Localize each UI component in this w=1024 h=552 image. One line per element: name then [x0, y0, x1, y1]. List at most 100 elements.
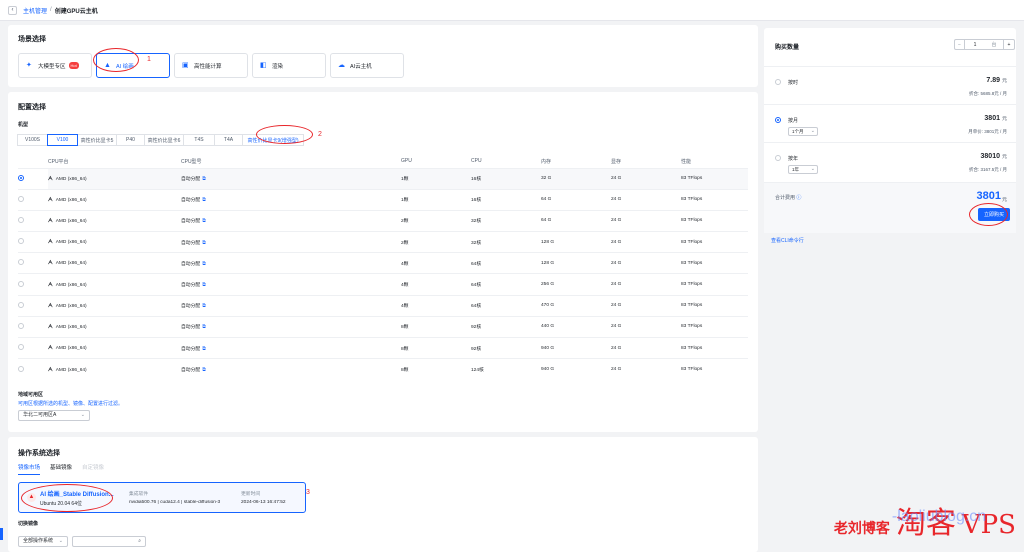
table-row[interactable]: ᗅ AMD (x86_64) 自动分配 ⧉ 4颗 64核 128 G 24 G 83 TFlop…	[18, 252, 748, 274]
os-tab-market[interactable]: 镜像市场	[18, 463, 41, 475]
total-unit: 元	[1001, 197, 1007, 203]
vram-cell: 24 G	[611, 188, 681, 211]
external-link-icon[interactable]: ⧉	[202, 240, 206, 246]
row-radio[interactable]	[18, 280, 24, 287]
external-link-icon[interactable]: ⧉	[202, 218, 206, 224]
external-link-icon[interactable]: ⧉	[202, 303, 206, 309]
row-radio[interactable]	[18, 238, 24, 245]
cpu-cell: 32核	[471, 209, 541, 232]
model-tab[interactable]: P40	[116, 134, 145, 146]
model-tab[interactable]: 高性价比显卡6	[144, 134, 184, 146]
scene-item-llm[interactable]: ✦ 大模型专区 Hot	[18, 53, 92, 78]
watermark-blog: -laoliublog.cn	[891, 508, 987, 525]
external-link-icon[interactable]: ⧉	[202, 346, 206, 352]
model-tab[interactable]: V100	[47, 134, 78, 146]
minus-icon[interactable]: −	[955, 40, 965, 49]
annotation-ellipse-buy	[969, 203, 1008, 226]
region-select[interactable]: 华北二可用区A ⌄	[18, 410, 90, 421]
region-select-value: 华北二可用区A	[23, 412, 57, 418]
external-link-icon[interactable]: ⧉	[202, 282, 206, 288]
billing-option-hourly[interactable]: 按时 7.89 元 折合: 5685.8元 / 月	[764, 66, 1016, 104]
annotation-ellipse-1	[93, 48, 139, 72]
external-link-icon[interactable]: ⧉	[202, 367, 206, 373]
switch-image-label: 切换镜像	[18, 521, 39, 527]
plus-icon[interactable]: +	[1003, 40, 1014, 49]
year-select[interactable]: 1年 ⌄	[788, 165, 818, 174]
table-row[interactable]: ᗅ AMD (x86_64) 自动分配 ⧉ 4颗 64核 256 G 24 G 83 TFlop…	[18, 273, 748, 296]
row-select[interactable]	[18, 273, 48, 296]
os-search-input[interactable]: ⌕	[72, 536, 146, 547]
row-radio[interactable]	[18, 174, 24, 181]
row-radio[interactable]	[18, 344, 24, 351]
scene-item-hpc[interactable]: ▣ 高性能计算	[174, 53, 248, 78]
row-select[interactable]	[18, 252, 48, 274]
row-radio[interactable]	[18, 216, 24, 223]
radio-yearly[interactable]	[775, 155, 781, 161]
row-select[interactable]	[18, 315, 48, 338]
memory-cell: 64 G	[541, 188, 611, 211]
row-select[interactable]	[18, 167, 48, 190]
row-select[interactable]	[18, 188, 48, 211]
perf-cell: 83 TFlops	[681, 188, 748, 211]
radio-monthly[interactable]	[775, 117, 781, 123]
table-row[interactable]: ᗅ AMD (x86_64) 自动分配 ⧉ 2颗 32核 128 G 24 G 83 TFlop…	[18, 231, 748, 253]
memory-cell: 940 G	[541, 336, 611, 359]
model-tab[interactable]: V100S	[17, 134, 48, 146]
row-radio[interactable]	[18, 259, 24, 266]
perf-cell: 83 TFlops	[681, 315, 748, 338]
cpu-model-cell: 自动分配 ⧉	[181, 336, 401, 359]
os-filter-select[interactable]: 全部操作系统 ⌄	[18, 536, 68, 547]
os-components-label: 集成软件	[129, 492, 149, 497]
table-row[interactable]: ᗅ AMD (x86_64) 自动分配 ⧉ 8颗 124核 940 G 24 G 83 TFlo…	[18, 358, 748, 380]
row-select[interactable]	[18, 358, 48, 380]
os-tab-basic[interactable]: 基础镜像	[50, 463, 72, 475]
row-select[interactable]	[18, 231, 48, 253]
table-header-cell: GPU	[401, 158, 412, 165]
watermark: 老刘博客 淘客 VPS -laoliublog.cn	[834, 498, 1016, 542]
radio-hourly[interactable]	[775, 79, 781, 85]
annotation-number-1: 1	[147, 56, 151, 63]
cli-command-link[interactable]: 查看CLI命令行	[771, 237, 804, 244]
cpu-cell: 64核	[471, 294, 541, 317]
config-card: 配置选择 机型 V100S V100 高性价比显卡5 P40 高性价比显卡6 T…	[8, 92, 758, 432]
top-bar: ‹ 主机管理 / 创建GPU云主机	[0, 0, 1024, 21]
year-select-value: 1年	[792, 167, 800, 172]
quantity-value[interactable]: 1	[965, 40, 985, 49]
os-tabs: 镜像市场 基础镜像 自定镜像	[18, 463, 104, 475]
row-radio[interactable]	[18, 365, 24, 372]
month-select[interactable]: 1个月 ⌄	[788, 127, 818, 136]
model-tab[interactable]: T4S	[183, 134, 215, 146]
model-tab[interactable]: T4A	[214, 134, 243, 146]
row-select[interactable]	[18, 209, 48, 232]
scene-item-ai-host[interactable]: ☁ AI云主机	[330, 53, 404, 78]
table-row[interactable]: ᗅ AMD (x86_64) 自动分配 ⧉ 8颗 92核 940 G 24 G 83 TFlop…	[18, 336, 748, 359]
row-radio[interactable]	[18, 195, 24, 202]
cpu-cell: 16核	[471, 188, 541, 211]
external-link-icon[interactable]: ⧉	[202, 197, 206, 203]
breadcrumb-parent[interactable]: 主机管理	[23, 6, 47, 15]
row-radio[interactable]	[18, 322, 24, 329]
table-row[interactable]: ᗅ AMD (x86_64) 自动分配 ⧉ 4颗 64核 470 G 24 G 83 TFlop…	[18, 294, 748, 317]
billing-option-yearly[interactable]: 按年 38010 元 1年 ⌄ 折合: 3167.5元 / 月	[764, 142, 1016, 182]
back-icon[interactable]: ‹	[8, 5, 17, 15]
table-row[interactable]: ᗅ AMD (x86_64) 自动分配 ⧉ 1颗 16核 32 G 24 G 83 TFlops	[18, 167, 748, 190]
model-tab[interactable]: 高性价比显卡5	[77, 134, 117, 146]
external-link-icon[interactable]: ⧉	[202, 261, 206, 267]
os-tab-custom[interactable]: 自定镜像	[82, 463, 104, 475]
vram-cell: 24 G	[611, 336, 681, 359]
table-row[interactable]: ᗅ AMD (x86_64) 自动分配 ⧉ 2颗 32核 64 G 24 G 83 TFlops	[18, 209, 748, 232]
hot-badge: Hot	[68, 62, 79, 69]
row-select[interactable]	[18, 294, 48, 317]
memory-cell: 256 G	[541, 273, 611, 296]
row-select[interactable]	[18, 336, 48, 359]
row-radio[interactable]	[18, 301, 24, 308]
table-row[interactable]: ᗅ AMD (x86_64) 自动分配 ⧉ 1颗 16核 64 G 24 G 83 TFlops	[18, 188, 748, 211]
billing-option-monthly[interactable]: 按月 3801 元 1个月 ⌄ 月单价: 3801元 / 月	[764, 104, 1016, 142]
purchase-panel: 购买数量 − 1 台 + 按时 7.89 元 折合: 5685.8元 / 月 按月…	[764, 28, 1016, 233]
scene-list: ✦ 大模型专区 Hot ▲ AI 绘画 ▣ 高性能计算 ◧ 渲染 ☁ AI云主机	[18, 53, 404, 78]
external-link-icon[interactable]: ⧉	[202, 324, 206, 330]
table-row[interactable]: ᗅ AMD (x86_64) 自动分配 ⧉ 8颗 92核 440 G 24 G 83 TFlop…	[18, 315, 748, 338]
scene-item-render[interactable]: ◧ 渲染	[252, 53, 326, 78]
quantity-stepper[interactable]: − 1 台 +	[954, 39, 1015, 50]
external-link-icon[interactable]: ⧉	[202, 176, 206, 182]
